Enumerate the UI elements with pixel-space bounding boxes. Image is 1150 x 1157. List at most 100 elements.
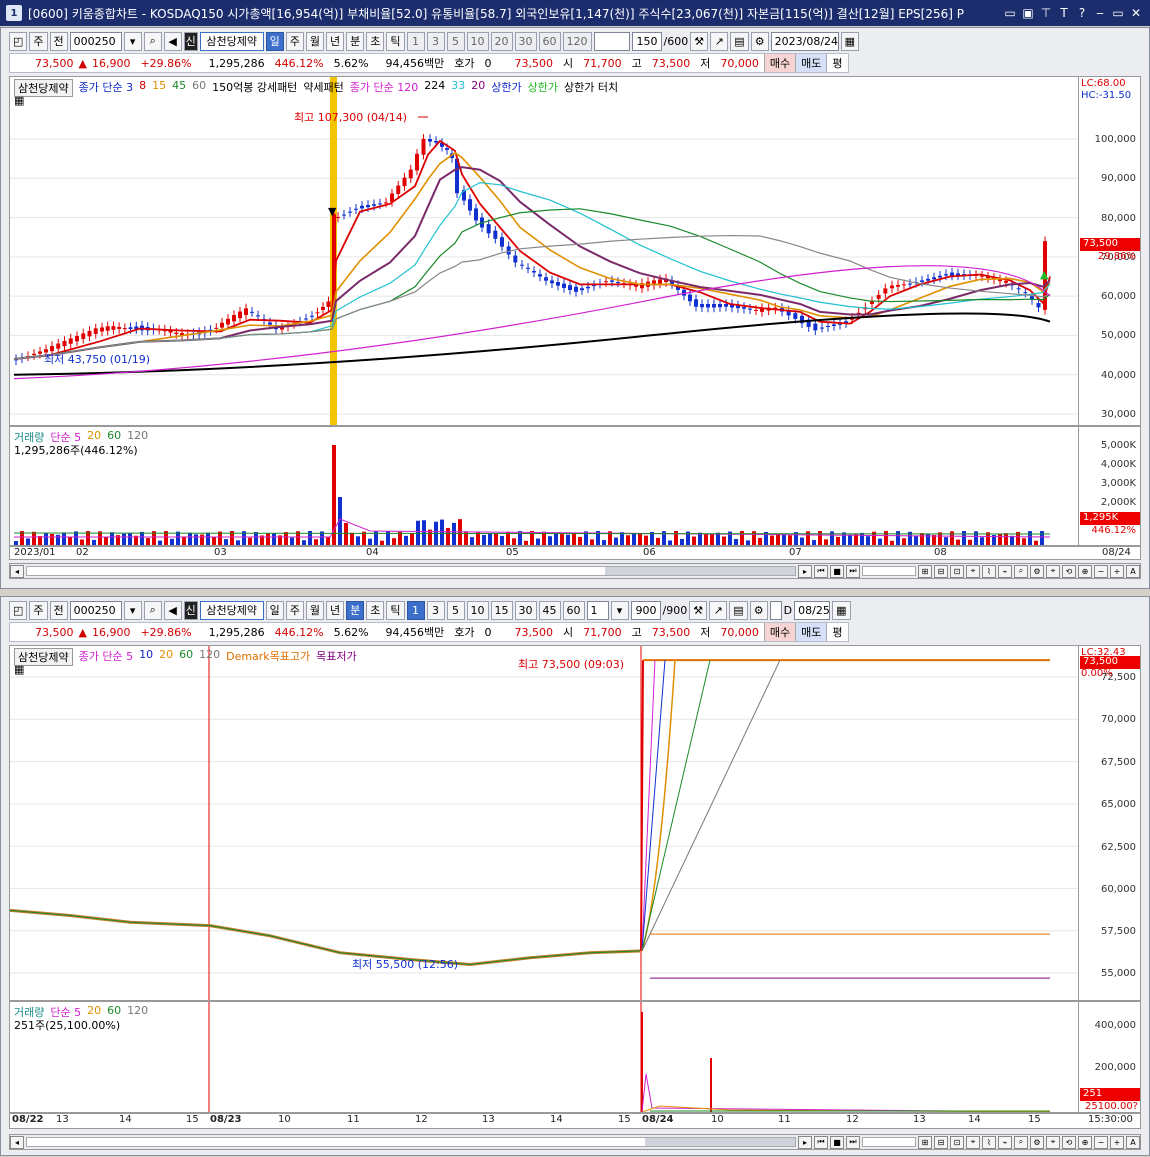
- search-icon[interactable]: ⌕: [143, 31, 162, 51]
- tool-icon[interactable]: ⌖: [1046, 1135, 1060, 1149]
- interval-3[interactable]: 3: [426, 600, 445, 620]
- period-minute[interactable]: 분: [346, 600, 365, 620]
- stock-name[interactable]: 삼천당제약: [199, 600, 264, 620]
- tool-icon[interactable]: ⌁: [998, 1135, 1012, 1149]
- interval-3[interactable]: 3: [426, 31, 445, 51]
- grid-icon[interactable]: ▦: [14, 94, 24, 107]
- tool-icon[interactable]: ⌕: [1014, 564, 1028, 578]
- legend-ma20[interactable]: 20: [471, 79, 485, 97]
- period-week[interactable]: 주: [285, 600, 304, 620]
- legend-ma224[interactable]: 224: [424, 79, 445, 97]
- stop-icon[interactable]: ■: [830, 564, 844, 578]
- tool-icon[interactable]: ⊟: [934, 1135, 948, 1149]
- daily-volume-chart[interactable]: 거래량 단순 5 20 60 120 1,295,286주(446.12%) 5…: [9, 426, 1141, 546]
- tool-icon[interactable]: ⊞: [918, 564, 932, 578]
- tool-icon[interactable]: ⊞: [918, 1135, 932, 1149]
- close-icon[interactable]: ✕: [1128, 6, 1144, 20]
- interval-1[interactable]: 1: [406, 31, 425, 51]
- tile-icon[interactable]: ▣: [1020, 6, 1036, 20]
- interval-60[interactable]: 60: [538, 31, 561, 51]
- legend-ma33[interactable]: 33: [451, 79, 465, 97]
- period-tick[interactable]: 틱: [386, 600, 405, 620]
- first-icon[interactable]: ⏮: [814, 1135, 828, 1149]
- minimize-icon[interactable]: ‒: [1092, 6, 1108, 20]
- custom-interval-input[interactable]: [593, 31, 630, 51]
- scroll-thumb[interactable]: [645, 1138, 795, 1146]
- legend-bull[interactable]: 150억봉 강세패턴: [212, 79, 297, 97]
- tool-icon[interactable]: ⚙: [1030, 564, 1044, 578]
- last-icon[interactable]: ⏭: [846, 1135, 860, 1149]
- stock-name[interactable]: 삼천당제약: [199, 31, 264, 51]
- interval-5[interactable]: 5: [446, 600, 465, 620]
- interval-60[interactable]: 60: [562, 600, 585, 620]
- minute-price-chart[interactable]: 최고 73,500 (09:03) 최저 55,500 (12:56) 삼천당제약…: [9, 645, 1141, 1001]
- count-input[interactable]: 900: [630, 600, 661, 620]
- tool-icon[interactable]: ⌇: [982, 1135, 996, 1149]
- legend-limitup1[interactable]: 상한가: [491, 79, 521, 97]
- help-icon[interactable]: ?: [1074, 6, 1090, 20]
- sell-button[interactable]: 매도: [795, 54, 827, 72]
- legend-ma60[interactable]: 60: [179, 648, 193, 666]
- interval-45[interactable]: 45: [538, 600, 561, 620]
- legend-demark-low[interactable]: 목표저가: [316, 648, 356, 666]
- chevron-down-icon[interactable]: ▾: [123, 31, 142, 51]
- scroll-right-icon[interactable]: ▸: [798, 564, 812, 578]
- vol-legend-ma120[interactable]: 120: [127, 1004, 148, 1020]
- legend-limitup-touch[interactable]: 상한가 터치: [564, 79, 618, 97]
- zoom-in-icon[interactable]: ⊕: [1078, 564, 1092, 578]
- interval-120[interactable]: 120: [562, 31, 592, 51]
- interval-30[interactable]: 30: [514, 31, 537, 51]
- scroll-left-icon[interactable]: ◂: [10, 564, 24, 578]
- chevron-down-icon[interactable]: ▾: [610, 600, 629, 620]
- period-week[interactable]: 주: [285, 31, 304, 51]
- legend-ma5[interactable]: 종가 단순 5: [79, 648, 133, 666]
- scroll-track[interactable]: [26, 566, 796, 576]
- minute-volume-chart[interactable]: 거래량 단순 5 20 60 120 251주(25,100.00%) 400,…: [9, 1001, 1141, 1113]
- chevron-down-icon[interactable]: ▾: [123, 600, 142, 620]
- text-icon[interactable]: T: [1056, 6, 1072, 20]
- period-month[interactable]: 월: [305, 600, 325, 620]
- count-input[interactable]: 150: [631, 31, 662, 51]
- market-select[interactable]: 주: [29, 600, 48, 620]
- market-select[interactable]: 주: [29, 31, 48, 51]
- legend-ma120[interactable]: 종가 단순 120: [350, 79, 418, 97]
- calendar-icon[interactable]: ▦: [832, 600, 851, 620]
- tool-icon[interactable]: ⌇: [982, 564, 996, 578]
- zoom-in-icon[interactable]: ⊕: [1078, 1135, 1092, 1149]
- avg-button[interactable]: 평: [826, 54, 848, 72]
- pin-icon[interactable]: ⊤: [1038, 6, 1054, 20]
- period-minute[interactable]: 분: [346, 31, 365, 51]
- indicator-icon[interactable]: ⚒: [690, 31, 709, 51]
- interval-5[interactable]: 5: [446, 31, 465, 51]
- tool-icon[interactable]: ⊡: [950, 1135, 964, 1149]
- tool-icon[interactable]: ⊡: [950, 564, 964, 578]
- interval-10[interactable]: 10: [466, 600, 489, 620]
- zoom-slider[interactable]: [862, 1137, 916, 1147]
- minus-icon[interactable]: −: [1094, 564, 1108, 578]
- draw-icon[interactable]: ↗: [709, 600, 728, 620]
- tool-icon[interactable]: ⚙: [1030, 1135, 1044, 1149]
- layout-icon[interactable]: ◰: [9, 31, 28, 51]
- search-icon[interactable]: ⌕: [143, 600, 162, 620]
- period-second[interactable]: 초: [366, 600, 385, 620]
- interval-10[interactable]: 10: [466, 31, 489, 51]
- tool-icon[interactable]: ⊟: [934, 564, 948, 578]
- save-icon[interactable]: ▤: [730, 31, 749, 51]
- tool-icon[interactable]: ⌖: [1046, 564, 1060, 578]
- legend-ma10[interactable]: 10: [139, 648, 153, 666]
- scroll-right-icon[interactable]: ▸: [798, 1135, 812, 1149]
- scroll-left-icon[interactable]: ◂: [10, 1135, 24, 1149]
- buy-button[interactable]: 매수: [763, 54, 796, 72]
- tool-icon[interactable]: ⌖: [966, 564, 980, 578]
- interval-select[interactable]: 1: [586, 600, 609, 620]
- scroll-track[interactable]: [26, 1137, 796, 1147]
- daily-price-chart[interactable]: 최고 107,300 (04/14) 최저 43,750 (01/19) ▼ ▲ 삼천…: [9, 76, 1141, 426]
- period-year[interactable]: 년: [326, 600, 345, 620]
- legend-ma45[interactable]: 45: [172, 79, 186, 97]
- buy-button[interactable]: 매수: [763, 623, 796, 641]
- interval-15[interactable]: 15: [490, 600, 513, 620]
- legend-demark-high[interactable]: Demark목표고가: [226, 648, 310, 666]
- date-input[interactable]: 08/25: [794, 600, 831, 620]
- tool-icon[interactable]: ⌁: [998, 564, 1012, 578]
- scope-select[interactable]: 전: [49, 600, 68, 620]
